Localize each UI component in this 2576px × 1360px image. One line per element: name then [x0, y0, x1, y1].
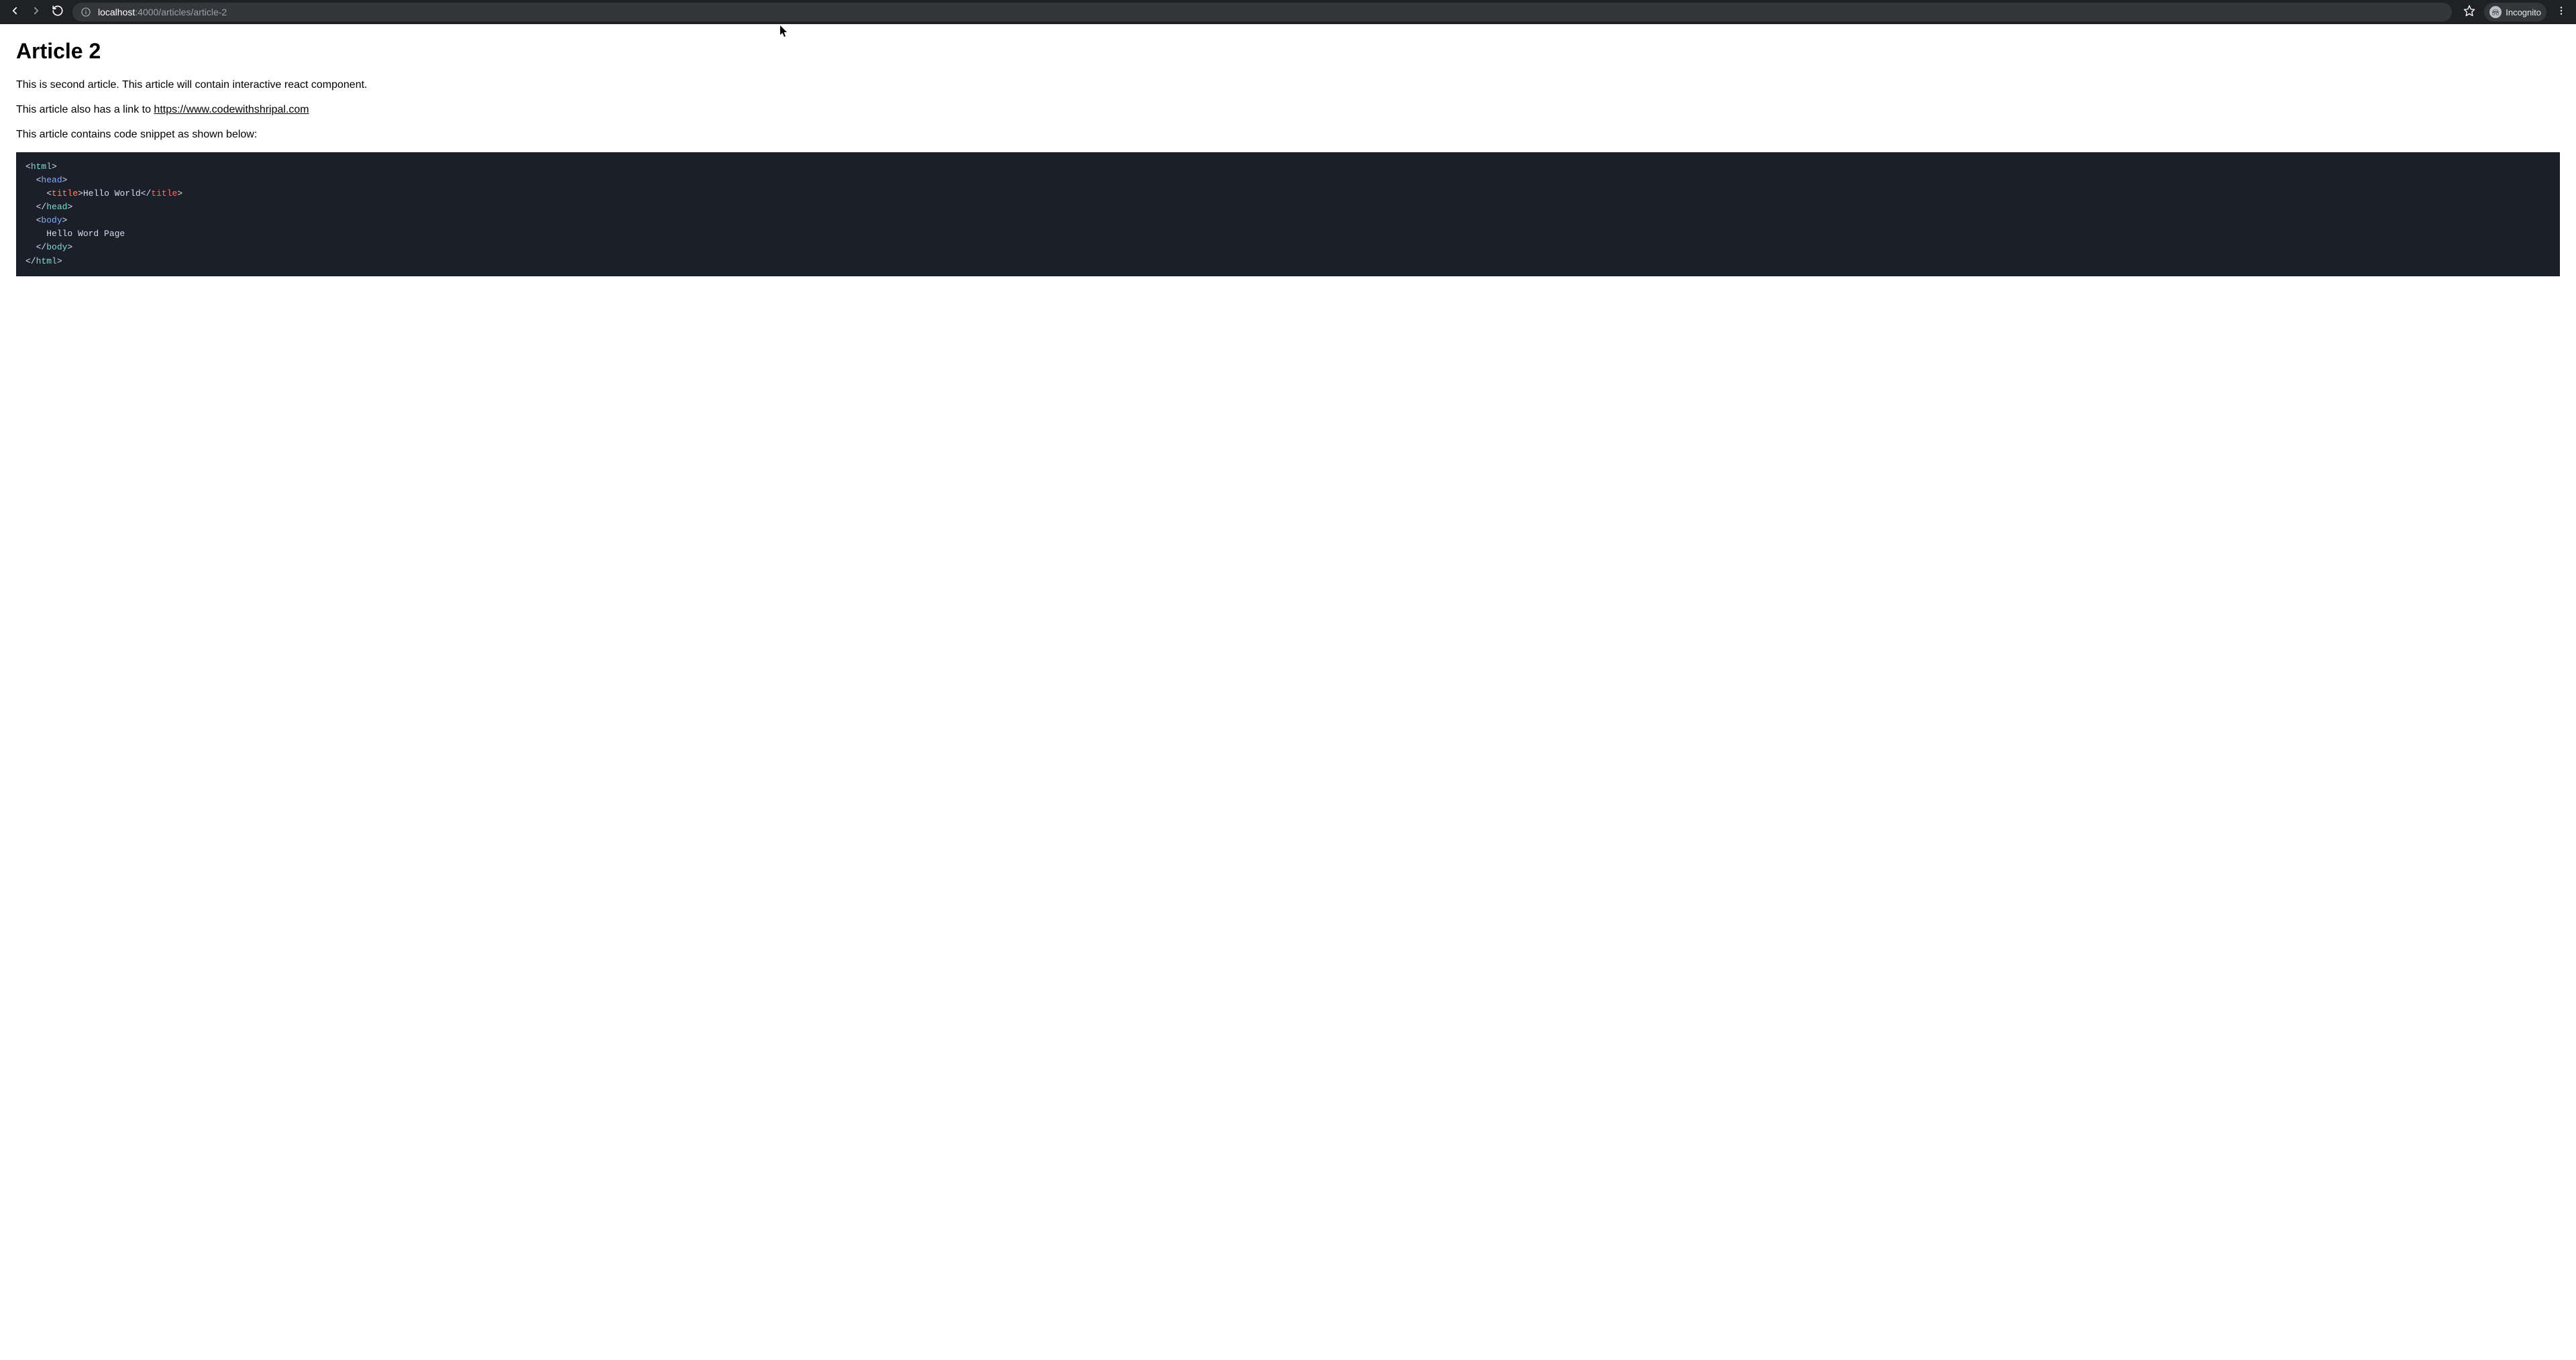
bookmark-button[interactable]: [2460, 3, 2479, 21]
code-line: <head>: [25, 174, 2551, 187]
url-path: :4000/articles/article-2: [135, 7, 227, 17]
reload-icon: [52, 5, 64, 20]
site-info-icon[interactable]: [80, 7, 91, 17]
article-paragraph-3: This article contains code snippet as sh…: [16, 127, 2560, 142]
back-button[interactable]: [5, 3, 24, 21]
address-bar[interactable]: localhost:4000/articles/article-2: [72, 3, 2452, 21]
paragraph-2-prefix: This article also has a link to: [16, 104, 154, 115]
browser-menu-button[interactable]: [2552, 3, 2571, 21]
kebab-menu-icon: [2556, 5, 2567, 19]
reload-button[interactable]: [48, 3, 67, 21]
code-line: <title>Hello World</title>: [25, 187, 2551, 201]
article-paragraph-1: This is second article. This article wil…: [16, 77, 2560, 93]
code-snippet: <html> <head> <title>Hello World</title>…: [16, 152, 2560, 276]
code-line: </body>: [25, 241, 2551, 254]
star-icon: [2463, 5, 2475, 20]
url-text: localhost:4000/articles/article-2: [98, 7, 227, 17]
incognito-label: Incognito: [2506, 7, 2541, 17]
incognito-icon: [2489, 6, 2502, 18]
external-link[interactable]: https://www.codewithshripal.com: [154, 104, 309, 115]
incognito-indicator[interactable]: Incognito: [2484, 3, 2546, 21]
url-host: localhost: [98, 7, 135, 17]
article-paragraph-2: This article also has a link to https://…: [16, 102, 2560, 117]
page-content: Article 2 This is second article. This a…: [0, 24, 2576, 291]
code-line: </html>: [25, 255, 2551, 268]
code-line: </head>: [25, 201, 2551, 214]
arrow-right-icon: [30, 5, 42, 20]
browser-toolbar: localhost:4000/articles/article-2 Incogn…: [0, 0, 2576, 24]
article-title: Article 2: [16, 39, 2560, 64]
code-line: <body>: [25, 214, 2551, 227]
arrow-left-icon: [9, 5, 21, 20]
forward-button[interactable]: [27, 3, 46, 21]
code-line: <html>: [25, 160, 2551, 174]
code-line: Hello Word Page: [25, 227, 2551, 241]
